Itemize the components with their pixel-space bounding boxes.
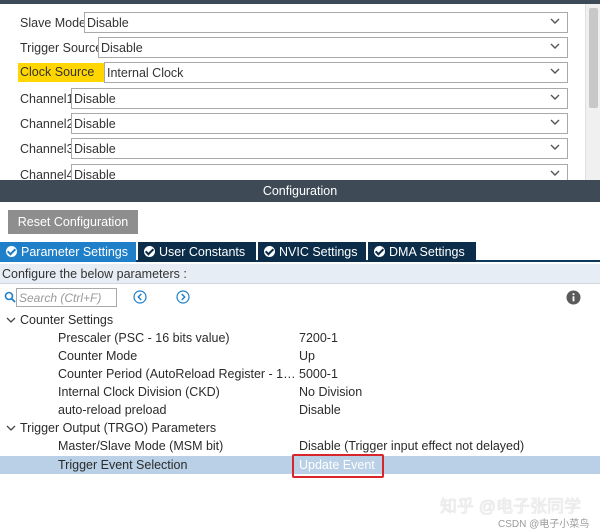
param-name: Internal Clock Division (CKD) <box>58 385 220 399</box>
slave-mode-value: Disable <box>87 16 129 30</box>
channel4-value: Disable <box>74 168 116 180</box>
mode-row-channel3: Channel3 Disable <box>0 138 580 163</box>
chevron-down-icon <box>6 317 16 323</box>
param-name: Master/Slave Mode (MSM bit) <box>58 439 224 453</box>
info-icon[interactable] <box>566 290 581 305</box>
chevron-down-icon <box>550 18 560 24</box>
scrollbar-thumb[interactable] <box>589 8 598 108</box>
param-value: No Division <box>299 385 363 399</box>
channel1-label: Channel1 <box>20 92 74 106</box>
check-circle-icon <box>6 246 17 257</box>
chevron-down-icon <box>550 144 560 150</box>
param-name: Counter Period (AutoReload Register - 16… <box>58 367 298 381</box>
tab-parameter-settings[interactable]: Parameter Settings <box>0 242 136 262</box>
configure-instructions: Configure the below parameters : <box>0 264 600 284</box>
channel4-select[interactable]: Disable <box>71 164 568 180</box>
search-input[interactable] <box>16 288 117 307</box>
param-name: auto-reload preload <box>58 403 167 417</box>
clock-source-label: Clock Source <box>18 63 104 82</box>
param-row[interactable]: Prescaler (PSC - 16 bits value) 7200-1 <box>0 329 600 347</box>
clock-source-select[interactable]: Internal Clock <box>104 62 568 83</box>
param-row[interactable]: auto-reload preload Disable <box>0 401 600 419</box>
chevron-down-icon <box>6 425 16 431</box>
chevron-down-icon <box>550 94 560 100</box>
channel3-value: Disable <box>74 142 116 156</box>
param-name: Prescaler (PSC - 16 bits value) <box>58 331 230 345</box>
trigger-source-select[interactable]: Disable <box>98 37 568 58</box>
panel-top-border <box>0 0 600 4</box>
mode-row-clock-source: Clock Source Internal Clock <box>0 62 580 87</box>
param-value: 5000-1 <box>299 367 338 381</box>
check-circle-icon <box>144 246 155 257</box>
param-name: Trigger Event Selection <box>58 458 188 472</box>
group-trigger-output[interactable]: Trigger Output (TRGO) Parameters <box>0 419 600 437</box>
check-circle-icon <box>264 246 275 257</box>
slave-mode-label: Slave Mode <box>20 16 87 30</box>
group-counter-settings[interactable]: Counter Settings <box>0 311 600 329</box>
channel3-label: Channel3 <box>20 142 74 156</box>
param-value: Disable <box>299 403 341 417</box>
mode-panel: Slave Mode Disable Trigger Source Disabl… <box>0 0 600 180</box>
tab-label: DMA Settings <box>389 245 465 259</box>
group-label: Trigger Output (TRGO) Parameters <box>20 421 217 435</box>
config-tabs: Parameter Settings User Constants NVIC S… <box>0 242 600 262</box>
previous-result-icon[interactable] <box>133 290 147 304</box>
channel2-value: Disable <box>74 117 116 131</box>
param-row[interactable]: Internal Clock Division (CKD) No Divisio… <box>0 383 600 401</box>
tab-user-constants[interactable]: User Constants <box>138 242 256 262</box>
group-label: Counter Settings <box>20 313 114 327</box>
tab-label: Parameter Settings <box>21 245 128 259</box>
watermark: 知乎 @电子张同学 <box>440 497 581 516</box>
param-row[interactable]: Counter Mode Up <box>0 347 600 365</box>
channel3-select[interactable]: Disable <box>71 138 568 159</box>
mode-row-trigger-source: Trigger Source Disable <box>0 37 580 62</box>
channel4-label: Channel4 <box>20 168 74 180</box>
clock-source-value: Internal Clock <box>107 66 184 80</box>
channel1-select[interactable]: Disable <box>71 88 568 109</box>
slave-mode-select[interactable]: Disable <box>84 12 568 33</box>
mode-row-channel2: Channel2 Disable <box>0 113 580 138</box>
tab-label: NVIC Settings <box>279 245 358 259</box>
mode-panel-scrollbar[interactable] <box>585 4 600 180</box>
tab-nvic-settings[interactable]: NVIC Settings <box>258 242 366 262</box>
credit-text: CSDN @电子小菜鸟 <box>498 519 590 530</box>
mode-row-slave-mode: Slave Mode Disable <box>0 12 580 37</box>
tab-label: User Constants <box>159 245 246 259</box>
reset-configuration-button[interactable]: Reset Configuration <box>8 210 138 234</box>
next-result-icon[interactable] <box>176 290 190 304</box>
tab-dma-settings[interactable]: DMA Settings <box>368 242 476 262</box>
param-value: Up <box>299 349 315 363</box>
chevron-down-icon <box>550 68 560 74</box>
mode-row-channel1: Channel1 Disable <box>0 88 580 113</box>
configuration-header: Configuration <box>0 180 600 202</box>
channel2-label: Channel2 <box>20 117 74 131</box>
param-row[interactable]: Master/Slave Mode (MSM bit) Disable (Tri… <box>0 437 600 455</box>
channel2-select[interactable]: Disable <box>71 113 568 134</box>
search-icon <box>4 291 16 303</box>
channel1-value: Disable <box>74 92 116 106</box>
annotation-highlight-box <box>292 454 384 478</box>
param-value: Disable (Trigger input effect not delaye… <box>299 439 525 453</box>
param-row[interactable]: Counter Period (AutoReload Register - 16… <box>0 365 600 383</box>
chevron-down-icon <box>550 170 560 176</box>
param-name: Counter Mode <box>58 349 138 363</box>
trigger-source-label: Trigger Source <box>20 41 103 55</box>
mode-row-channel4: Channel4 Disable <box>0 164 580 180</box>
param-value: 7200-1 <box>299 331 338 345</box>
check-circle-icon <box>374 246 385 257</box>
chevron-down-icon <box>550 43 560 49</box>
trigger-source-value: Disable <box>101 41 143 55</box>
chevron-down-icon <box>550 119 560 125</box>
